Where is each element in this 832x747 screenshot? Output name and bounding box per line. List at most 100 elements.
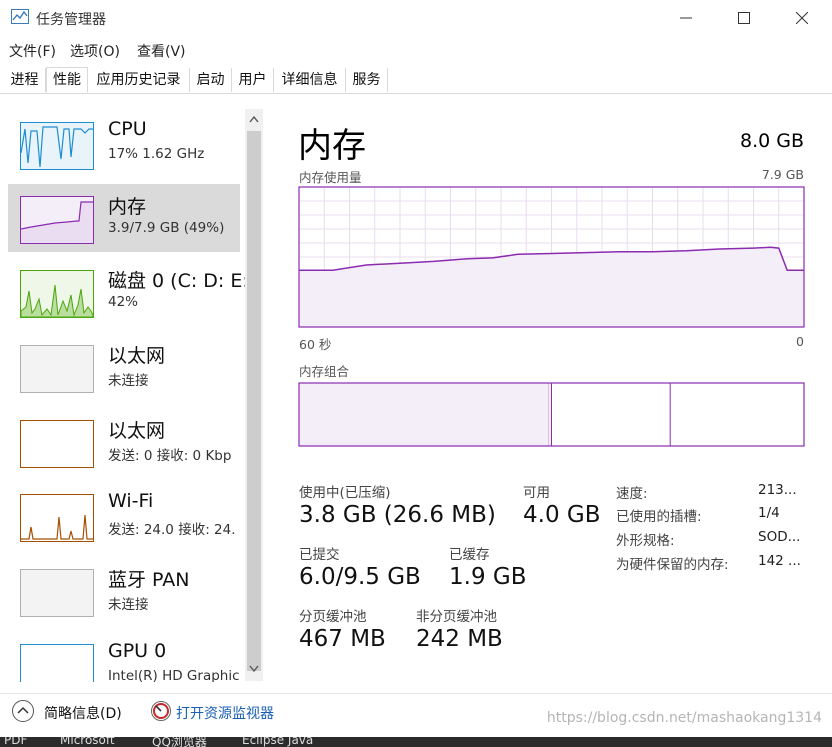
- close-icon: [796, 12, 808, 24]
- scrollbar-thumb[interactable]: [247, 131, 261, 671]
- cached-label: 已缓存: [449, 547, 490, 563]
- form-factor-label: 外形规格:: [616, 533, 675, 549]
- memory-panel: 内存 8.0 GB 内存使用量 7.9 GB 60 秒 0 内存组合 使用中(已…: [298, 104, 818, 664]
- ethernet-thumbnail: [20, 420, 94, 468]
- bluetooth-thumbnail: [20, 569, 94, 617]
- taskbar-item[interactable]: QQ浏览器: [152, 737, 207, 747]
- sidebar-item-title: CPU: [108, 118, 147, 140]
- composition-segment: [551, 383, 671, 446]
- tab-details[interactable]: 详细信息: [274, 68, 346, 92]
- committed-value: 6.0/9.5 GB: [299, 564, 421, 590]
- title-bar: 任务管理器: [0, 0, 832, 36]
- sidebar-item-disk[interactable]: 磁盘 0 (C: D: E: 42%: [8, 258, 249, 326]
- form-factor-value: SOD...: [758, 529, 801, 545]
- paged-pool-value: 467 MB: [299, 626, 386, 652]
- taskbar: PDF Microsoft QQ浏览器 Eclipse Java: [0, 737, 832, 747]
- sidebar-item-wifi[interactable]: Wi-Fi 发送: 24.0 接收: 24.: [8, 482, 240, 550]
- scroll-down-icon[interactable]: [249, 665, 259, 673]
- tab-performance[interactable]: 性能: [46, 67, 88, 93]
- tab-app-history[interactable]: 应用历史记录: [88, 68, 190, 92]
- watermark: https://blog.csdn.net/mashaokang1314: [546, 710, 822, 726]
- chevron-up-icon[interactable]: [11, 699, 35, 723]
- sidebar-item-title: Wi-Fi: [108, 490, 154, 512]
- available-value: 4.0 GB: [523, 502, 601, 528]
- sidebar-item-subtitle: 发送: 0 接收: 0 Kbp: [108, 448, 232, 464]
- sidebar-item-cpu[interactable]: CPU 17% 1.62 GHz: [8, 110, 240, 178]
- sidebar-item-subtitle: 未连接: [108, 597, 149, 613]
- sidebar-item-title: GPU 0: [108, 640, 167, 662]
- available-label: 可用: [523, 485, 550, 501]
- sidebar-item-subtitle: 3.9/7.9 GB (49%): [108, 220, 225, 236]
- sidebar-item-title: 磁盘 0 (C: D: E:: [108, 270, 249, 292]
- taskbar-item[interactable]: Eclipse Java: [242, 737, 313, 747]
- sidebar-item-subtitle: 发送: 24.0 接收: 24.: [108, 522, 236, 538]
- non-paged-pool-label: 非分页缓冲池: [416, 609, 497, 625]
- sidebar-item-memory[interactable]: 内存 3.9/7.9 GB (49%): [8, 184, 240, 252]
- tab-services[interactable]: 服务: [346, 68, 388, 92]
- page-title: 内存: [298, 126, 366, 166]
- sidebar-scrollbar[interactable]: [245, 109, 263, 681]
- chart-x-left-label: 60 秒: [299, 337, 332, 352]
- taskbar-item[interactable]: Microsoft: [60, 737, 115, 747]
- cached-value: 1.9 GB: [449, 564, 527, 590]
- speed-label: 速度:: [616, 486, 648, 502]
- speed-value: 213...: [758, 482, 797, 498]
- close-button[interactable]: [772, 0, 832, 36]
- sidebar-item-subtitle: 42%: [108, 294, 139, 310]
- tab-processes[interactable]: 进程: [4, 68, 46, 92]
- hardware-reserved-value: 142 ...: [758, 553, 801, 569]
- memory-thumbnail: [20, 196, 94, 244]
- menu-file[interactable]: 文件(F): [9, 41, 56, 61]
- usage-chart-max: 7.9 GB: [761, 167, 804, 182]
- gpu-thumbnail: [20, 644, 94, 682]
- in-use-value: 3.8 GB (26.6 MB): [299, 502, 496, 528]
- sidebar-item-title: 内存: [108, 196, 147, 218]
- paged-pool-label: 分页缓冲池: [299, 609, 367, 625]
- sidebar-item-title: 蓝牙 PAN: [108, 569, 190, 591]
- committed-label: 已提交: [299, 547, 340, 563]
- composition-segment: [670, 383, 804, 446]
- sidebar-item-subtitle: 17% 1.62 GHz: [108, 146, 205, 162]
- slots-label: 已使用的插槽:: [616, 509, 702, 525]
- sidebar-item-bluetooth[interactable]: 蓝牙 PAN 未连接: [8, 557, 240, 625]
- hardware-reserved-label: 为硬件保留的内存:: [616, 557, 729, 573]
- task-manager-icon: [11, 9, 29, 24]
- tab-bar: 进程 性能 应用历史记录 启动 用户 详细信息 服务: [0, 67, 832, 94]
- tab-startup[interactable]: 启动: [190, 68, 232, 92]
- composition-segment: [299, 383, 552, 446]
- tab-users[interactable]: 用户: [232, 68, 274, 92]
- minimize-icon: [680, 17, 692, 19]
- scroll-up-icon[interactable]: [249, 115, 259, 123]
- taskbar-item[interactable]: PDF: [4, 737, 27, 747]
- maximize-button[interactable]: [714, 0, 774, 36]
- ethernet-thumbnail: [20, 345, 94, 393]
- in-use-label: 使用中(已压缩): [299, 485, 391, 501]
- window-title: 任务管理器: [36, 12, 106, 28]
- minimize-button[interactable]: [656, 0, 716, 36]
- sidebar-item-subtitle: Intel(R) HD Graphic: [108, 668, 240, 682]
- sidebar-item-subtitle: 未连接: [108, 373, 149, 389]
- maximize-icon: [738, 12, 750, 24]
- cpu-thumbnail: [20, 122, 94, 170]
- fewer-details-button[interactable]: 简略信息(D): [44, 703, 122, 723]
- resource-sidebar: CPU 17% 1.62 GHz 内存 3.9/7.9 GB (49%) 磁盘 …: [0, 104, 266, 682]
- sidebar-item-ethernet-2[interactable]: 以太网 发送: 0 接收: 0 Kbp: [8, 408, 240, 476]
- sidebar-item-ethernet-1[interactable]: 以太网 未连接: [8, 333, 240, 401]
- open-resource-monitor-link[interactable]: 打开资源监视器: [176, 703, 274, 723]
- menu-options[interactable]: 选项(O): [70, 41, 120, 61]
- resource-monitor-icon: [151, 701, 171, 721]
- slots-value: 1/4: [758, 505, 780, 521]
- memory-composition-bar: [298, 382, 805, 447]
- non-paged-pool-value: 242 MB: [416, 626, 503, 652]
- memory-usage-chart: [298, 186, 805, 328]
- menu-view[interactable]: 查看(V): [137, 41, 186, 61]
- sidebar-item-title: 以太网: [108, 420, 166, 442]
- sidebar-item-gpu[interactable]: GPU 0 Intel(R) HD Graphic: [8, 632, 240, 682]
- total-memory: 8.0 GB: [739, 130, 804, 152]
- usage-chart-label: 内存使用量: [299, 170, 362, 185]
- sidebar-item-title: 以太网: [108, 345, 166, 367]
- disk-thumbnail: [20, 270, 94, 318]
- composition-label: 内存组合: [299, 364, 350, 379]
- chart-x-right-label: 0: [796, 334, 804, 349]
- wifi-thumbnail: [20, 494, 94, 542]
